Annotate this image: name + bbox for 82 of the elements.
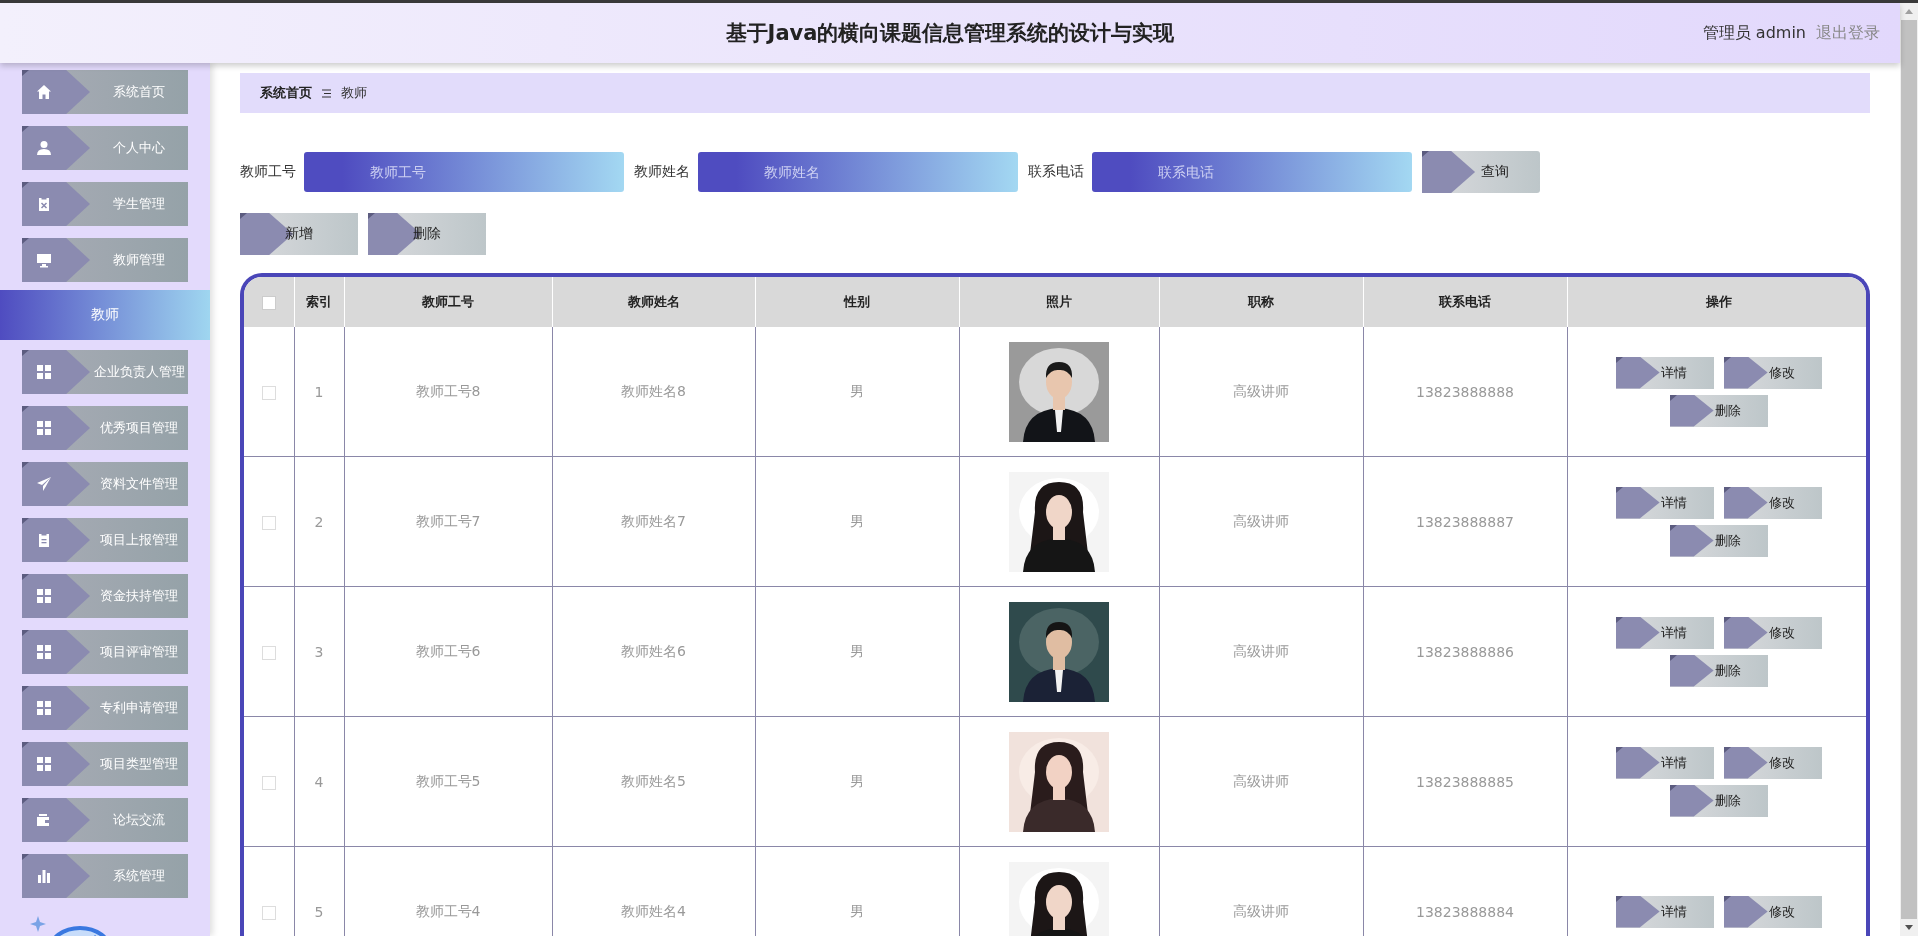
column-header: 联系电话 bbox=[1363, 277, 1567, 327]
home-icon bbox=[36, 84, 52, 100]
field-label: 教师姓名 bbox=[634, 163, 690, 181]
row-checkbox[interactable] bbox=[261, 515, 276, 530]
field-label: 教师工号 bbox=[240, 163, 296, 181]
query-button[interactable]: 查询 bbox=[1422, 151, 1540, 193]
table-cell: 男 bbox=[755, 586, 959, 717]
row-action-button[interactable]: 详情 bbox=[1615, 356, 1714, 389]
bar-chart-icon bbox=[36, 868, 52, 884]
row-action-button[interactable]: 修改 bbox=[1723, 616, 1822, 649]
table-cell: 高级讲师 bbox=[1159, 586, 1363, 717]
table-cell: 教师工号7 bbox=[344, 456, 552, 587]
row-action-button[interactable]: 修改 bbox=[1723, 356, 1822, 389]
row-action-button[interactable]: 删除 bbox=[1669, 654, 1768, 687]
column-header: 职称 bbox=[1159, 277, 1363, 327]
table-cell: 13823888886 bbox=[1363, 586, 1567, 717]
table-cell: 男 bbox=[755, 327, 959, 457]
clipboard-icon bbox=[36, 196, 52, 212]
table-cell: 教师工号8 bbox=[344, 327, 552, 457]
window-title: 基于Java的横向课题信息管理系统的设计与实现 bbox=[725, 20, 1175, 47]
table-cell: 13823888887 bbox=[1363, 456, 1567, 587]
field-label: 联系电话 bbox=[1028, 163, 1084, 181]
column-header: 照片 bbox=[959, 277, 1159, 327]
paper-plane-icon bbox=[36, 476, 52, 492]
column-header: 性别 bbox=[755, 277, 959, 327]
grid-icon bbox=[36, 364, 52, 380]
column-header: 教师工号 bbox=[344, 277, 552, 327]
row-action-button[interactable]: 删除 bbox=[1669, 784, 1768, 817]
row-checkbox[interactable] bbox=[261, 775, 276, 790]
action-button[interactable]: 删除 bbox=[368, 213, 486, 255]
row-action-button[interactable]: 详情 bbox=[1615, 616, 1714, 649]
search-field[interactable]: 教师姓名 bbox=[698, 152, 1018, 192]
row-action-button[interactable]: 删除 bbox=[1669, 394, 1768, 427]
search-field[interactable]: 教师工号 bbox=[304, 152, 624, 192]
user-label: 管理员 admin bbox=[1702, 22, 1806, 44]
grid-icon bbox=[36, 644, 52, 660]
table-cell: 教师姓名8 bbox=[552, 327, 755, 457]
table-cell: 教师工号5 bbox=[344, 716, 552, 847]
breadcrumb-current: 教师 bbox=[341, 84, 367, 102]
column-header: 索引 bbox=[294, 277, 344, 327]
table-cell: 高级讲师 bbox=[1159, 716, 1363, 847]
grid-icon bbox=[36, 588, 52, 604]
table-cell: 4 bbox=[294, 716, 344, 847]
separator-icon bbox=[322, 88, 331, 98]
clipboard-icon bbox=[36, 532, 52, 548]
row-checkbox[interactable] bbox=[261, 385, 276, 400]
table-cell: 教师姓名5 bbox=[552, 716, 755, 847]
row-action-button[interactable]: 详情 bbox=[1615, 486, 1714, 519]
table-cell: 教师姓名7 bbox=[552, 456, 755, 587]
monitor-icon bbox=[36, 252, 52, 268]
row-checkbox[interactable] bbox=[261, 905, 276, 920]
row-action-button[interactable]: 修改 bbox=[1723, 486, 1822, 519]
row-action-button[interactable]: 详情 bbox=[1615, 746, 1714, 779]
table-cell: 13823888888 bbox=[1363, 327, 1567, 457]
row-action-button[interactable]: 修改 bbox=[1723, 746, 1822, 779]
row-checkbox[interactable] bbox=[261, 645, 276, 660]
table-cell: 1 bbox=[294, 327, 344, 457]
table-cell: 3 bbox=[294, 586, 344, 717]
user-icon bbox=[36, 140, 52, 156]
table-cell: 教师姓名6 bbox=[552, 586, 755, 717]
table-cell: 2 bbox=[294, 456, 344, 587]
breadcrumb-link[interactable]: 系统首页 bbox=[260, 84, 312, 102]
column-header: 教师姓名 bbox=[552, 277, 755, 327]
table-cell: 高级讲师 bbox=[1159, 456, 1363, 587]
table-cell: 教师工号6 bbox=[344, 586, 552, 717]
table-cell: 男 bbox=[755, 456, 959, 587]
action-button[interactable]: 新增 bbox=[240, 213, 358, 255]
grid-icon bbox=[36, 420, 52, 436]
row-action-button[interactable]: 详情 bbox=[1615, 895, 1714, 928]
search-field[interactable]: 联系电话 bbox=[1092, 152, 1412, 192]
row-action-button[interactable]: 修改 bbox=[1723, 895, 1822, 928]
column-header: 操作 bbox=[1567, 277, 1866, 327]
table-cell: 高级讲师 bbox=[1159, 327, 1363, 457]
scroll-down-icon[interactable] bbox=[1905, 925, 1913, 930]
row-action-button[interactable]: 删除 bbox=[1669, 524, 1768, 557]
table-cell: 男 bbox=[755, 716, 959, 847]
select-all-checkbox[interactable] bbox=[261, 295, 276, 310]
wallet-icon bbox=[36, 812, 52, 828]
grid-icon bbox=[36, 700, 52, 716]
scroll-up-icon[interactable] bbox=[1905, 9, 1913, 14]
grid-icon bbox=[36, 756, 52, 772]
table-cell: 13823888885 bbox=[1363, 716, 1567, 847]
